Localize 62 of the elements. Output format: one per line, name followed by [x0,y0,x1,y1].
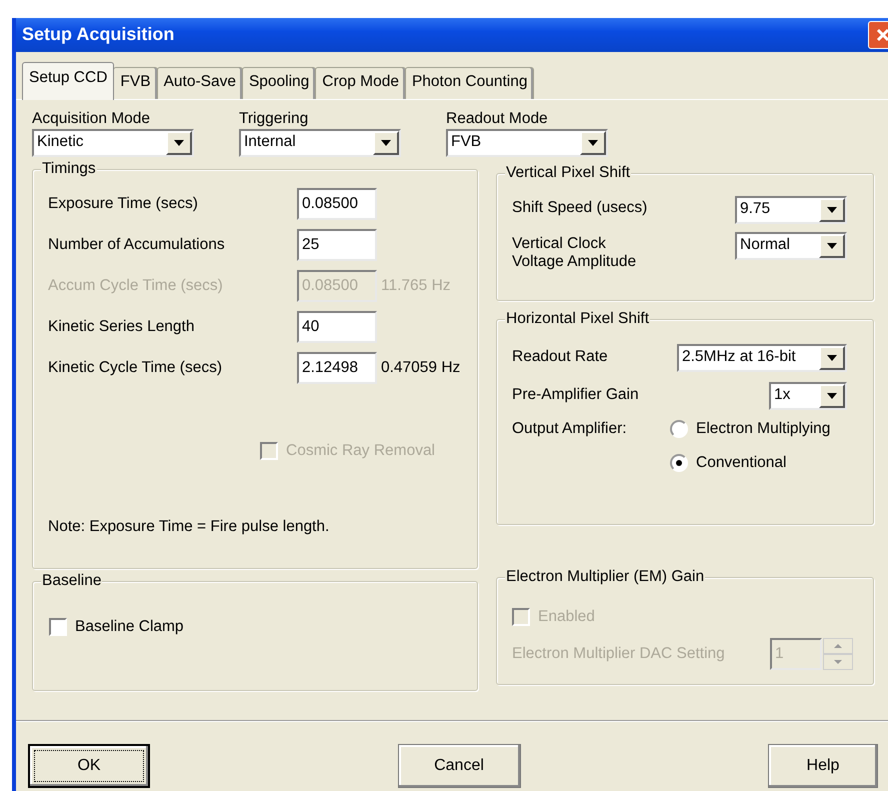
tab[interactable]: FVB [113,67,158,99]
input-field[interactable]: 25 [297,229,377,262]
group-title: Timings [41,160,97,178]
caret-icon [827,206,837,213]
input-field: 0.08500 [297,270,377,302]
frequency-reading: 11.765 Hz [381,276,451,296]
caret-icon [381,140,391,146]
field-label: Number of Accumulations [48,236,226,254]
radio-button[interactable] [670,420,688,438]
field-label: Output Amplifier: [512,420,628,439]
input-field: 1 [770,638,822,670]
frequency-reading: 0.47059 Hz [381,358,460,378]
window-title: Setup Acquisition [22,24,174,46]
checkbox-label: Cosmic Ray Removal [286,442,436,460]
caret-icon [827,354,837,361]
field-label: Triggering [239,110,310,129]
caret-icon [827,242,837,249]
input-field[interactable]: 2.12498 [297,352,377,384]
tab[interactable]: Crop Mode [315,67,406,99]
field-label: Accum Cycle Time (secs) [48,276,224,296]
field-label: Electron Multiplier DAC Setting [512,644,726,664]
radio-button[interactable] [670,454,688,472]
field-label: Vertical Clock Voltage Amplitude [512,234,636,272]
group-title: Electron Multiplier (EM) Gain [505,568,706,586]
tab[interactable]: Photon Counting [404,67,534,99]
dropdown[interactable]: Internal [239,128,401,157]
field-label: Shift Speed (usecs) [512,198,648,218]
field-label: Kinetic Cycle Time (secs) [48,358,223,378]
checkbox[interactable] [49,618,67,636]
dialog-button[interactable]: Help [768,744,878,788]
caret-icon [174,140,184,146]
dropdown[interactable]: FVB [446,128,608,157]
field-label: Exposure Time (secs) [48,194,199,214]
caret-icon [588,140,598,146]
field-label: Acquisition Mode [32,110,152,129]
checkbox-label: Baseline Clamp [75,618,184,636]
caret-icon [827,392,837,399]
spin-up-button[interactable] [823,638,853,654]
radio-label: Electron Multiplying [696,420,830,438]
tab[interactable]: Setup CCD [22,62,114,100]
dropdown[interactable]: 2.5MHz at 16-bit [677,344,847,372]
dropdown[interactable]: Normal [735,232,847,260]
dropdown[interactable]: 1x [769,382,847,410]
radio-label: Conventional [696,454,786,473]
dropdown[interactable]: Kinetic [32,128,194,157]
tab[interactable]: Auto-Save [156,67,243,99]
tab[interactable]: Spooling [242,67,316,99]
dialog-button[interactable]: OK [28,744,150,788]
field-label: Pre-Amplifier Gain [512,386,639,405]
dialog-button[interactable]: Cancel [398,744,520,788]
dropdown[interactable]: 9.75 [735,196,847,224]
close-icon [875,27,888,43]
checkbox-label: Enabled [538,608,595,626]
input-field[interactable]: 40 [297,311,377,344]
field-label: Readout Mode [446,110,549,129]
up-arrow-icon [834,644,842,648]
spin-down-button[interactable] [823,654,853,670]
input-field[interactable]: 0.08500 [297,188,377,220]
note-text: Note: Exposure Time = Fire pulse length. [48,518,330,537]
field-label: Readout Rate [512,348,608,367]
down-arrow-icon [834,660,842,664]
field-label: Kinetic Series Length [48,318,196,336]
